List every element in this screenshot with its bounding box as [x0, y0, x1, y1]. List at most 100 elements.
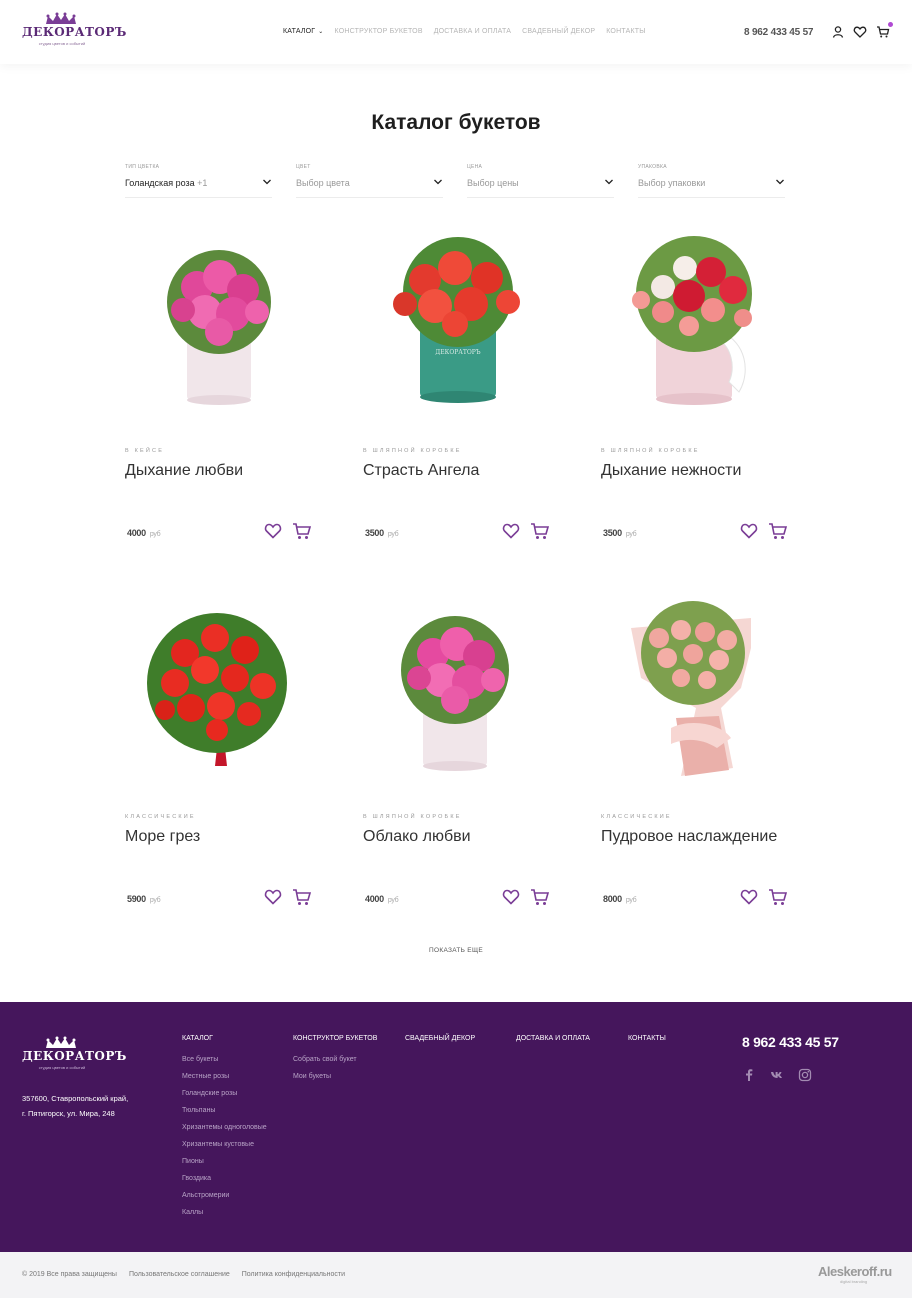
heart-icon[interactable] [740, 889, 758, 905]
footer-link[interactable]: Голандские розы [182, 1085, 267, 1102]
product-name[interactable]: Облако любви [363, 826, 553, 847]
product-card[interactable]: КЛАССИЧЕСКИЕ Море грез 5900 руб [125, 598, 315, 918]
copyright: © 2019 Все права защищены [22, 1271, 117, 1278]
filter-extra-count: +1 [197, 178, 208, 188]
nav-item-constructor[interactable]: КОНСТРУКТОР БУКЕТОВ [335, 28, 423, 35]
filter-packaging[interactable]: УПАКОВКА Выбор упаковки [638, 164, 785, 198]
footer-link[interactable]: Гвоздика [182, 1170, 267, 1187]
cart-icon[interactable] [530, 522, 550, 540]
heart-icon[interactable] [502, 523, 520, 539]
footer-column-title[interactable]: СВАДЕБНЫЙ ДЕКОР [405, 1035, 475, 1042]
vk-icon[interactable] [770, 1068, 784, 1082]
footer-column-constructor: КОНСТРУКТОР БУКЕТОВ Собрать свой букет М… [293, 1035, 377, 1085]
footer-link[interactable]: Пионы [182, 1153, 267, 1170]
product-name[interactable]: Дыхание нежности [601, 460, 791, 481]
price-currency: руб [387, 897, 399, 904]
nav-item-delivery[interactable]: ДОСТАВКА И ОПЛАТА [434, 28, 511, 35]
price-currency: руб [387, 531, 399, 538]
footer-column-title[interactable]: ДОСТАВКА И ОПЛАТА [516, 1035, 590, 1042]
product-card[interactable]: ДЕКОРАТОРЪ В ШЛЯПНОЙ КОРОБКЕ Страсть Анг… [363, 232, 553, 552]
product-name[interactable]: Пудровое наслаждение [601, 826, 791, 847]
heart-icon[interactable] [502, 889, 520, 905]
cart-icon[interactable] [292, 522, 312, 540]
heart-icon[interactable] [264, 889, 282, 905]
price-value: 3500 [365, 528, 384, 538]
nav-item-contacts[interactable]: КОНТАКТЫ [606, 28, 645, 35]
price-currency: руб [149, 897, 161, 904]
filter-label: ЦЕНА [467, 164, 483, 170]
address-line: 357600, Ставропольский край, [22, 1094, 129, 1103]
price-currency: руб [625, 897, 637, 904]
logo-subtitle: студия цветов и событий [38, 1065, 86, 1070]
instagram-icon[interactable] [798, 1068, 812, 1082]
logo-text: ДЕКОРАТОРЪ [22, 25, 127, 39]
product-image[interactable]: ДЕКОРАТОРЪ [363, 232, 553, 432]
nav-item-wedding[interactable]: СВАДЕБНЫЙ ДЕКОР [522, 28, 595, 35]
privacy-policy-link[interactable]: Политика конфиденциальности [242, 1271, 345, 1278]
product-price: 3500 руб [603, 528, 637, 538]
filter-color[interactable]: ЦВЕТ Выбор цвета [296, 164, 443, 198]
footer-link[interactable]: Собрать свой букет [293, 1051, 377, 1068]
cart-icon[interactable] [768, 522, 788, 540]
logo-subtitle: студия цветов и событий [38, 41, 86, 46]
svg-text:ДЕКОРАТОРЪ: ДЕКОРАТОРЪ [435, 349, 480, 356]
heart-icon[interactable] [264, 523, 282, 539]
footer-column-title[interactable]: КАТАЛОГ [182, 1035, 267, 1042]
footer-logo[interactable]: ДЕКОРАТОРЪ студия цветов и событий [22, 1036, 126, 1074]
product-image[interactable] [125, 598, 315, 798]
product-name[interactable]: Дыхание любви [125, 460, 315, 481]
product-category: В ШЛЯПНОЙ КОРОБКЕ [601, 448, 700, 454]
product-category: В ШЛЯПНОЙ КОРОБКЕ [363, 814, 462, 820]
footer-column-title[interactable]: КОНСТРУКТОР БУКЕТОВ [293, 1035, 377, 1042]
user-agreement-link[interactable]: Пользовательское соглашение [129, 1271, 230, 1278]
footer-link[interactable]: Тюльпаны [182, 1102, 267, 1119]
site-header: ДЕКОРАТОРЪ студия цветов и событий КАТАЛ… [0, 0, 912, 64]
price-value: 4000 [365, 894, 384, 904]
logo[interactable]: ДЕКОРАТОРЪ студия цветов и событий [22, 12, 127, 50]
product-card[interactable]: КЛАССИЧЕСКИЕ Пудровое наслаждение 8000 ру… [601, 598, 791, 918]
footer-link[interactable]: Мои букеты [293, 1068, 377, 1085]
footer-column-catalog: КАТАЛОГ Все букеты Местные розы Голандск… [182, 1035, 267, 1221]
price-value: 4000 [127, 528, 146, 538]
address-line: г. Пятигорск, ул. Мира, 248 [22, 1109, 115, 1118]
heart-icon[interactable] [853, 25, 867, 39]
chevron-down-icon [605, 179, 613, 185]
price-value: 5900 [127, 894, 146, 904]
product-image[interactable] [125, 232, 315, 432]
footer-link[interactable]: Каллы [182, 1204, 267, 1221]
nav-item-catalog[interactable]: КАТАЛОГ ⌄ [283, 28, 324, 35]
footer-link[interactable]: Хризантемы кустовые [182, 1136, 267, 1153]
facebook-icon[interactable] [742, 1068, 756, 1082]
site-footer: ДЕКОРАТОРЪ студия цветов и событий 35760… [0, 1002, 912, 1252]
filter-price[interactable]: ЦЕНА Выбор цены [467, 164, 614, 198]
product-card[interactable]: В ШЛЯПНОЙ КОРОБКЕ Облако любви 4000 руб [363, 598, 553, 918]
footer-link[interactable]: Все букеты [182, 1051, 267, 1068]
header-phone[interactable]: 8 962 433 45 57 [744, 27, 813, 38]
footer-link[interactable]: Альстромерии [182, 1187, 267, 1204]
developer-logo[interactable]: Aleskeroff.ru [818, 1264, 892, 1279]
cart-icon[interactable] [530, 888, 550, 906]
product-image[interactable] [601, 598, 791, 798]
cart-icon[interactable] [768, 888, 788, 906]
footer-phone[interactable]: 8 962 433 45 57 [742, 1034, 839, 1050]
cart-icon[interactable] [876, 25, 890, 39]
footer-link[interactable]: Местные розы [182, 1068, 267, 1085]
footer-column-title[interactable]: КОНТАКТЫ [628, 1035, 666, 1042]
heart-icon[interactable] [740, 523, 758, 539]
product-name[interactable]: Море грез [125, 826, 315, 847]
product-image[interactable] [363, 598, 553, 798]
user-icon[interactable] [831, 25, 845, 39]
developer-tagline: digital branding [840, 1279, 868, 1284]
product-price: 4000 руб [127, 528, 161, 538]
filter-flower-type[interactable]: ТИП ЦВЕТКА Голандская роза +1 [125, 164, 272, 198]
product-card[interactable]: В КЕЙСЕ Дыхание любви 4000 руб [125, 232, 315, 552]
footer-link[interactable]: Хризантемы одноголовые [182, 1119, 267, 1136]
cart-icon[interactable] [292, 888, 312, 906]
crown-icon [46, 12, 76, 24]
product-card[interactable]: В ШЛЯПНОЙ КОРОБКЕ Дыхание нежности 3500 р… [601, 232, 791, 552]
show-more-button[interactable]: ПОКАЗАТЬ ЕЩЕ [0, 947, 912, 954]
chevron-down-icon: ⌄ [318, 29, 324, 35]
cart-badge [888, 22, 893, 27]
product-image[interactable] [601, 232, 791, 432]
product-name[interactable]: Страсть Ангела [363, 460, 553, 481]
